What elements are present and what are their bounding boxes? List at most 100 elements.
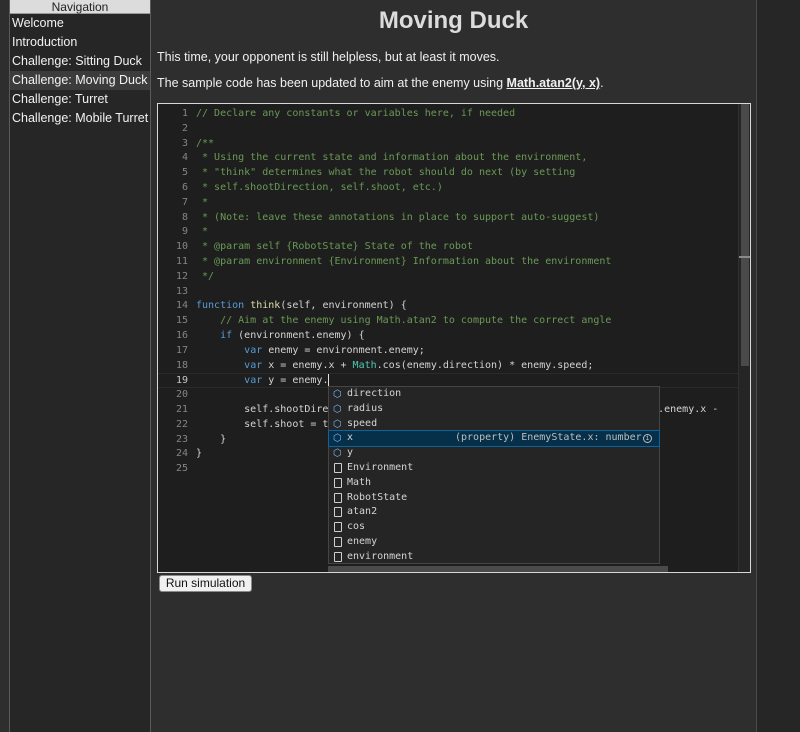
- suggestion-item[interactable]: ⬡ radius: [329, 402, 659, 417]
- nav-item-turret[interactable]: Challenge: Turret: [10, 90, 150, 109]
- suggestion-item[interactable]: ⬡ y: [329, 446, 659, 461]
- code-text: * @param environment {Environment} Infor…: [196, 255, 612, 267]
- nav-item-moving-duck[interactable]: Challenge: Moving Duck: [10, 71, 150, 90]
- line-number: 4: [181, 152, 188, 164]
- code-text: */: [196, 270, 215, 282]
- suggestion-item-selected[interactable]: ⬡ x (property) EnemyState.x: number i: [328, 430, 660, 448]
- code-line[interactable]: 4 * Using the current state and informat…: [158, 151, 738, 166]
- suggestion-label: RobotState: [347, 491, 408, 503]
- text-file-icon: [334, 536, 342, 547]
- suggestion-label: enemy: [347, 535, 378, 547]
- nav-item-introduction[interactable]: Introduction: [10, 33, 150, 52]
- run-simulation-button[interactable]: Run simulation: [159, 575, 252, 592]
- scrollbar-thumb[interactable]: [741, 104, 749, 366]
- paragraph-period: .: [600, 76, 604, 90]
- keyword-if: if: [220, 329, 233, 341]
- line-number: 19: [175, 375, 188, 387]
- code-line[interactable]: 13: [158, 285, 738, 300]
- property-icon: ⬡: [333, 418, 342, 430]
- code-text: * Using the current state and informatio…: [196, 152, 588, 164]
- atan2-docs-link[interactable]: Math.atan2(y, x): [507, 76, 601, 90]
- line-number: 20: [175, 389, 188, 401]
- line-number: 9: [181, 226, 188, 238]
- code-line[interactable]: 15 // Aim at the enemy using Math.atan2 …: [158, 314, 738, 329]
- editor-horizontal-scrollbar[interactable]: [328, 566, 668, 572]
- code-text: self.shoot = t: [196, 418, 329, 430]
- line-number: 23: [175, 433, 188, 445]
- code-text: * (Note: leave these annotations in plac…: [196, 211, 600, 223]
- function-name: think: [250, 300, 281, 312]
- line-number: 7: [181, 196, 188, 208]
- suggestion-label: y: [347, 447, 354, 459]
- suggestion-item[interactable]: cos: [329, 520, 659, 535]
- line-number: 13: [175, 285, 188, 297]
- editor-vertical-scrollbar[interactable]: [738, 104, 750, 572]
- code-line[interactable]: 12 */: [158, 270, 738, 285]
- keyword-function: function: [196, 300, 245, 312]
- code-text: * "think" determines what the robot shou…: [196, 167, 576, 179]
- code-line[interactable]: 16 if (environment.enemy) {: [158, 329, 738, 344]
- text-file-icon: [334, 507, 342, 518]
- text-file-icon: [334, 522, 342, 533]
- suggestion-item[interactable]: RobotState: [329, 491, 659, 506]
- keyword-var: var: [244, 375, 263, 387]
- suggestion-item[interactable]: Math: [329, 476, 659, 491]
- code-line[interactable]: 6 * self.shootDirection, self.shoot, etc…: [158, 181, 738, 196]
- property-icon: ⬡: [333, 403, 342, 415]
- suggestion-item[interactable]: enemy: [329, 535, 659, 550]
- suggestion-item[interactable]: ⬡ direction: [329, 387, 659, 402]
- code-line[interactable]: 5 * "think" determines what the robot sh…: [158, 166, 738, 181]
- suggestion-item[interactable]: Environment: [329, 461, 659, 476]
- code-line[interactable]: 1 // Declare any constants or variables h…: [158, 107, 738, 122]
- line-number: 16: [175, 329, 188, 341]
- suggestion-label: Environment: [347, 461, 414, 473]
- code-line[interactable]: 11 * @param environment {Environment} In…: [158, 255, 738, 270]
- suggestion-label: direction: [347, 388, 402, 399]
- sample-code-paragraph: The sample code has been updated to aim …: [157, 76, 604, 90]
- property-icon: ⬡: [333, 389, 342, 400]
- code-line[interactable]: 18 var x = enemy.x + Math.cos(enemy.dire…: [158, 359, 738, 374]
- code-line[interactable]: 8 * (Note: leave these annotations in pl…: [158, 211, 738, 226]
- code-text: var y = enemy.: [196, 374, 330, 389]
- code-line[interactable]: 3 /**: [158, 137, 738, 152]
- suggestion-item[interactable]: environment: [329, 550, 659, 565]
- keyword-var: var: [244, 359, 263, 371]
- code-text: self.shootDire: [196, 403, 329, 415]
- code-text: function think(self, environment) {: [196, 299, 407, 314]
- line-number: 3: [181, 137, 188, 149]
- suggestion-item[interactable]: ⬡ speed: [329, 417, 659, 432]
- suggestion-detail: (property) EnemyState.x: number: [455, 432, 642, 444]
- code-line[interactable]: 10 * @param self {RobotState} State of t…: [158, 240, 738, 255]
- main-content: Moving Duck This time, your opponent is …: [157, 0, 750, 90]
- code-line[interactable]: 9 *: [158, 225, 738, 240]
- page-title: Moving Duck: [378, 7, 529, 34]
- navigation-sidebar: Navigation Welcome Introduction Challeng…: [9, 0, 151, 732]
- code-line[interactable]: 2: [158, 122, 738, 137]
- property-icon: ⬡: [333, 448, 342, 460]
- intro-paragraph: This time, your opponent is still helple…: [157, 50, 500, 64]
- nav-item-sitting-duck[interactable]: Challenge: Sitting Duck: [10, 52, 150, 71]
- code-line[interactable]: 7 *: [158, 196, 738, 211]
- info-icon[interactable]: i: [643, 434, 652, 444]
- line-number: 22: [175, 418, 188, 430]
- suggestion-item[interactable]: atan2: [329, 505, 659, 520]
- code-line[interactable]: 14 function think(self, environment) {: [158, 299, 738, 314]
- line-number: 14: [175, 300, 188, 312]
- code-text: /**: [196, 137, 215, 149]
- nav-item-welcome[interactable]: Welcome: [10, 14, 150, 33]
- suggestion-label: environment: [347, 550, 414, 562]
- line-number: 17: [175, 344, 188, 356]
- nav-item-mobile-turret[interactable]: Challenge: Mobile Turret: [10, 109, 150, 128]
- statement: y = enemy.: [262, 375, 329, 387]
- function-signature: (self, environment) {: [280, 300, 407, 312]
- line-number: 6: [181, 181, 188, 193]
- code-text: // Declare any constants or variables he…: [196, 108, 516, 119]
- code-editor[interactable]: 1 // Declare any constants or variables h…: [157, 103, 751, 573]
- text-file-icon: [334, 492, 342, 503]
- suggestion-label: x: [347, 432, 354, 444]
- text-cursor: [328, 374, 330, 387]
- code-line[interactable]: 17 var enemy = environment.enemy;: [158, 344, 738, 359]
- code-text: * @param self {RobotState} State of the …: [196, 241, 473, 253]
- suggestion-label: speed: [347, 417, 378, 429]
- statement: enemy = environment.enemy;: [262, 344, 425, 356]
